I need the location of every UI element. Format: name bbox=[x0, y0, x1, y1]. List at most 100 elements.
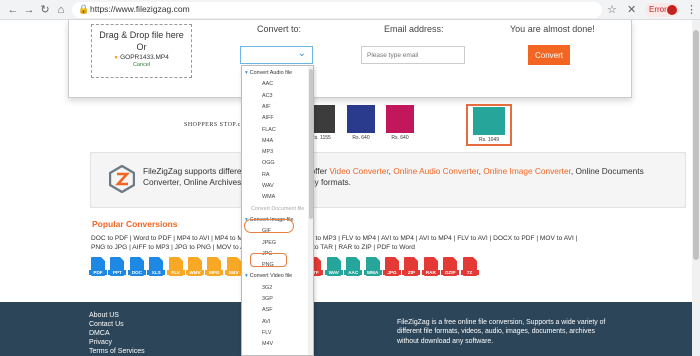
file-corner-icon bbox=[453, 257, 458, 261]
chevron-down-icon[interactable]: ⌄ bbox=[298, 48, 306, 59]
address-bar[interactable]: 🔒 https://www.filezigzag.com bbox=[72, 2, 602, 18]
dropdown-option[interactable]: WMA bbox=[262, 194, 313, 200]
dropdown-option[interactable]: ASF bbox=[262, 307, 313, 313]
dropdown-option[interactable]: AIF bbox=[262, 104, 313, 110]
file-corner-icon bbox=[139, 257, 144, 261]
footer-link[interactable]: DMCA bbox=[89, 330, 110, 337]
file-corner-icon bbox=[472, 257, 477, 261]
ad-product-price: Rs. 640 bbox=[352, 135, 370, 141]
ad-product[interactable]: Rs. 640 bbox=[380, 104, 420, 146]
drop-zone-or: Or bbox=[136, 42, 147, 52]
file-format-icon[interactable]: PPT bbox=[108, 257, 127, 276]
file-format-label: 7Z bbox=[460, 270, 479, 275]
extension-icon[interactable]: ✕ bbox=[627, 3, 636, 16]
file-format-label: WMA bbox=[363, 270, 382, 275]
footer-link[interactable]: Terms of Services bbox=[89, 348, 145, 355]
browser-menu-icon[interactable]: ⋮ bbox=[686, 3, 697, 16]
ad-product-image[interactable] bbox=[347, 105, 375, 133]
file-format-label: XLS bbox=[147, 270, 166, 275]
promo-text: FileZigZag supports different file forma… bbox=[143, 166, 663, 188]
convert-button[interactable]: Convert bbox=[528, 45, 570, 65]
ad-product-price: Rs. 1049 bbox=[478, 137, 499, 143]
file-format-icon[interactable]: FLV bbox=[166, 257, 185, 276]
file-format-icon[interactable]: AAC bbox=[344, 257, 363, 276]
dropdown-option[interactable]: 3GP bbox=[262, 296, 313, 302]
file-format-icon[interactable]: JPG bbox=[383, 257, 401, 276]
dropdown-group-text: Convert Audio file bbox=[249, 70, 292, 76]
footer-link[interactable]: About US bbox=[89, 312, 119, 319]
file-format-icon[interactable]: GZIP bbox=[441, 257, 460, 276]
file-format-icon[interactable]: DOC bbox=[127, 257, 146, 276]
file-corner-icon bbox=[317, 257, 322, 261]
ad-product-image[interactable] bbox=[386, 105, 414, 133]
dropdown-option[interactable]: AVI bbox=[262, 319, 313, 325]
file-corner-icon bbox=[414, 257, 419, 261]
file-corner-icon bbox=[178, 257, 183, 261]
file-format-icon[interactable]: MPG bbox=[205, 257, 224, 276]
file-format-icon[interactable]: M4V bbox=[224, 257, 243, 276]
dropdown-option[interactable]: RA bbox=[262, 172, 313, 178]
file-format-icon[interactable]: WMV bbox=[186, 257, 204, 276]
ad-brand-logo[interactable]: SHOPPERS STOP.com bbox=[184, 122, 249, 128]
file-format-icon[interactable]: XLS bbox=[147, 257, 166, 276]
dropdown-group-text: Convert Document file bbox=[251, 205, 305, 212]
error-badge[interactable]: Error bbox=[645, 3, 679, 17]
dropdown-option[interactable]: AC3 bbox=[262, 93, 313, 99]
popular-conversions-links[interactable]: DOC to PDF | Word to PDF | MP4 to AVI | … bbox=[91, 235, 577, 242]
caret-down-icon: ▾ bbox=[245, 273, 248, 280]
file-format-icon[interactable]: 7Z bbox=[460, 257, 479, 276]
ad-product[interactable]: Rs. 1049 bbox=[466, 104, 512, 146]
error-label: Error bbox=[649, 5, 667, 14]
footer: About US Contact Us DMCA Privacy Terms of Se… bbox=[0, 302, 692, 356]
forward-icon[interactable]: → bbox=[22, 3, 36, 17]
ad-product-image[interactable] bbox=[473, 107, 505, 135]
file-format-label: WAV bbox=[324, 270, 343, 275]
dropdown-option[interactable]: OGG bbox=[262, 160, 313, 166]
almost-done-label: You are almost done! bbox=[510, 24, 595, 34]
email-label: Email address: bbox=[384, 24, 444, 34]
cancel-upload-link[interactable]: Cancel bbox=[92, 62, 191, 68]
file-format-icon[interactable]: ZIP bbox=[402, 257, 421, 276]
file-format-icon[interactable]: RAR bbox=[421, 257, 440, 276]
dropdown-option[interactable]: M4A bbox=[262, 138, 313, 144]
file-corner-icon bbox=[159, 257, 164, 261]
dropdown-option[interactable]: FLV bbox=[262, 330, 313, 336]
image-converter-link[interactable]: Online Image Converter bbox=[483, 166, 571, 176]
page-scrollbar-thumb[interactable] bbox=[693, 30, 699, 260]
back-icon[interactable]: ← bbox=[6, 3, 20, 17]
footer-link[interactable]: Contact Us bbox=[89, 321, 124, 328]
dropdown-option[interactable]: WAV bbox=[262, 183, 313, 189]
page-scrollbar[interactable] bbox=[692, 20, 700, 356]
file-format-icon[interactable]: PDF bbox=[89, 257, 107, 276]
email-field[interactable] bbox=[361, 46, 465, 64]
video-converter-link[interactable]: Video Converter bbox=[329, 166, 388, 176]
reload-icon[interactable]: ↻ bbox=[38, 3, 52, 17]
dropdown-option[interactable]: MP3 bbox=[262, 149, 313, 155]
dropdown-option[interactable]: FLAC bbox=[262, 127, 313, 133]
file-format-icon[interactable]: WMA bbox=[363, 257, 382, 276]
footer-about-text: FileZigZag is a free online file convers… bbox=[397, 319, 606, 345]
format-dropdown-list[interactable]: ▾ Convert Audio file AAC AC3 AIF AIFF FLAC M4A M… bbox=[241, 65, 314, 356]
dropdown-group-label: ▾ Convert Video file bbox=[245, 273, 309, 279]
audio-converter-link[interactable]: Online Audio Converter bbox=[393, 166, 478, 176]
file-drop-zone[interactable]: Drag & Drop file here Or ● GOPR1433.MP4 C… bbox=[91, 24, 192, 78]
drop-zone-title: Drag & Drop file here bbox=[99, 30, 184, 40]
footer-link[interactable]: Privacy bbox=[89, 339, 112, 346]
dropdown-option[interactable]: AIFF bbox=[262, 115, 313, 121]
format-select[interactable]: ⌄ bbox=[240, 46, 313, 64]
file-format-label: JPG bbox=[383, 270, 401, 275]
dropdown-option[interactable]: 3G2 bbox=[262, 285, 313, 291]
file-format-label: FLV bbox=[166, 270, 185, 275]
dropdown-option[interactable]: M4V bbox=[262, 341, 313, 347]
bookmark-star-icon[interactable]: ☆ bbox=[607, 3, 617, 16]
ad-product[interactable]: Rs. 640 bbox=[341, 104, 381, 146]
file-corner-icon bbox=[375, 257, 380, 261]
dropdown-option[interactable]: AAC bbox=[262, 81, 313, 87]
file-format-label: PDF bbox=[89, 270, 107, 275]
file-corner-icon bbox=[198, 257, 202, 261]
ad-strip[interactable]: SHOPPERS STOP.com 1399Rs. 1155Rs. 640Rs.… bbox=[178, 104, 518, 146]
home-icon[interactable]: ⌂ bbox=[54, 3, 68, 17]
file-format-icon[interactable]: WAV bbox=[324, 257, 343, 276]
uploaded-file: ● GOPR1433.MP4 bbox=[92, 54, 191, 61]
dropdown-option[interactable]: JPEG bbox=[262, 240, 313, 246]
